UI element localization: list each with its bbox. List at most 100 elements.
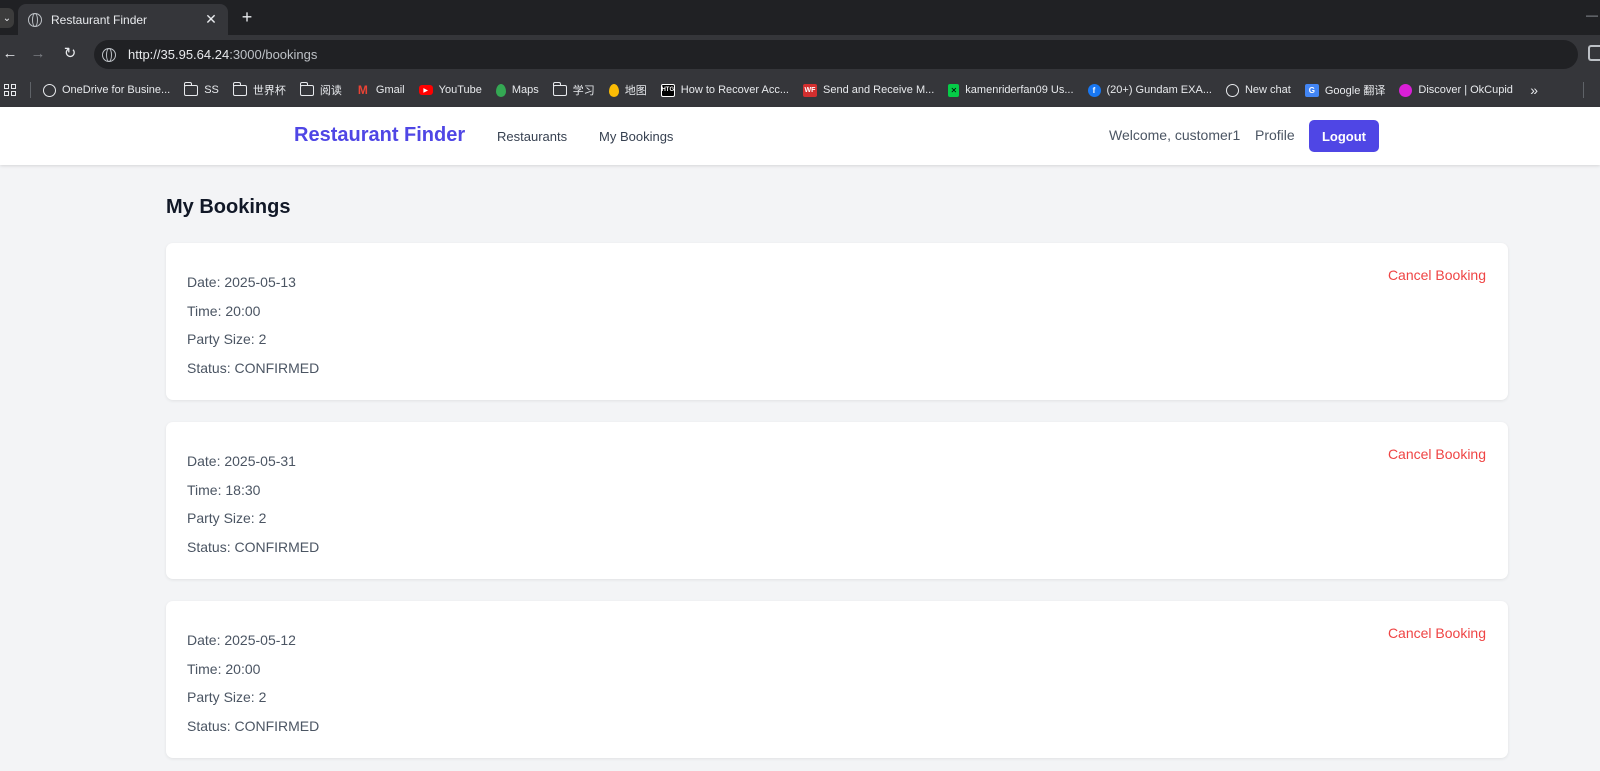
booking-card: Date: 2025-05-31 Time: 18:30 Party Size:… [166, 422, 1508, 579]
welcome-text: Welcome, customer1 [1109, 127, 1241, 143]
site-info-icon[interactable] [102, 47, 116, 62]
bookmarks-bar: OneDrive for Busine... SS 世界杯 阅读 M Gmail… [0, 73, 1600, 107]
bookmark-folder-ss[interactable]: SS [184, 81, 219, 96]
forward-arrow-icon[interactable]: → [28, 44, 48, 64]
bookmark-label: YouTube [438, 84, 482, 96]
bookmark-wf[interactable]: WF Send and Receive M... [803, 83, 935, 97]
url-host: http://35.95.64.24 [128, 47, 230, 62]
bookmark-label: 阅读 [319, 85, 342, 97]
wf-icon: WF [803, 83, 817, 97]
tab-title: Restaurant Finder [51, 12, 148, 27]
htg-icon: HTG [660, 83, 675, 97]
globe-icon [43, 83, 56, 97]
booking-time: Time: 20:00 [187, 302, 261, 319]
bookmark-youtube[interactable]: ▶ YouTube [418, 84, 482, 96]
booking-card: Date: 2025-05-12 Time: 20:00 Party Size:… [166, 601, 1508, 758]
bookmark-folder-study[interactable]: 学习 [552, 81, 595, 98]
browser-tab[interactable]: Restaurant Finder ✕ [18, 4, 228, 35]
booking-party-size: Party Size: 2 [187, 331, 267, 348]
booking-party-size: Party Size: 2 [187, 510, 267, 527]
new-tab-plus-icon[interactable]: + [236, 6, 258, 28]
bookmark-label: 学习 [572, 85, 595, 97]
app-navbar: Restaurant Finder Restaurants My Booking… [0, 107, 1600, 165]
reload-icon[interactable]: ↻ [60, 44, 80, 64]
url-path: :3000/bookings [229, 47, 318, 62]
booking-details: Date: 2025-05-31 Time: 18:30 Party Size:… [187, 453, 319, 567]
booking-status: Status: CONFIRMED [187, 359, 320, 376]
deviantart-icon: ✕ [948, 83, 960, 97]
bookmark-label: Google 翻译 [1324, 85, 1386, 97]
bookmarks-separator [30, 82, 31, 98]
bookmark-folder-reading[interactable]: 阅读 [299, 81, 342, 98]
booking-time: Time: 18:30 [187, 481, 261, 498]
booking-details: Date: 2025-05-12 Time: 20:00 Party Size:… [187, 632, 319, 746]
bookmark-label: SS [204, 84, 219, 96]
bookmark-gmail[interactable]: M Gmail [356, 83, 405, 97]
bookmark-maps[interactable]: Maps [495, 83, 539, 97]
logout-button[interactable]: Logout [1309, 120, 1379, 152]
openai-icon [1225, 83, 1239, 97]
bookmark-okcupid[interactable]: Discover | OkCupid [1399, 83, 1513, 97]
nav-link-my-bookings[interactable]: My Bookings [599, 129, 673, 144]
booking-status: Status: CONFIRMED [187, 538, 320, 555]
folder-icon [552, 81, 567, 96]
folder-icon [232, 81, 247, 96]
nav-link-restaurants[interactable]: Restaurants [497, 129, 567, 144]
folder-icon [299, 81, 314, 96]
bookmark-htg[interactable]: HTG How to Recover Acc... [660, 83, 789, 97]
address-bar[interactable]: http://35.95.64.24:3000/bookings [94, 40, 1578, 69]
brand-logo-link[interactable]: Restaurant Finder [294, 124, 465, 147]
bookmark-deviantart[interactable]: ✕ kamenriderfan09 Us... [948, 83, 1074, 97]
booking-time: Time: 20:00 [187, 660, 261, 677]
booking-details: Date: 2025-05-13 Time: 20:00 Party Size:… [187, 274, 319, 388]
maps-pin-icon [608, 83, 619, 97]
bookmark-new-chat[interactable]: New chat [1225, 83, 1291, 97]
youtube-icon: ▶ [418, 85, 433, 95]
bookmark-label: Gmail [375, 84, 405, 96]
address-url: http://35.95.64.24:3000/bookings [128, 47, 317, 62]
bookmark-label: Send and Receive M... [823, 84, 935, 96]
browser-toolbar: ← → ↻ http://35.95.64.24:3000/bookings [0, 35, 1600, 73]
booking-date: Date: 2025-05-13 [187, 274, 296, 290]
bookmark-label: OneDrive for Busine... [62, 84, 171, 96]
gmail-icon: M [357, 83, 368, 97]
translate-icon: G [1304, 83, 1319, 97]
apps-grid-icon[interactable] [4, 84, 16, 96]
booking-party-size: Party Size: 2 [187, 689, 267, 706]
booking-date: Date: 2025-05-12 [187, 632, 296, 648]
facebook-icon: f [1087, 83, 1101, 97]
bookmark-label: (20+) Gundam EXA... [1106, 84, 1212, 96]
booking-status: Status: CONFIRMED [187, 717, 320, 734]
bookmark-label: How to Recover Acc... [680, 84, 789, 96]
bookmark-maps-cn[interactable]: 地图 [608, 82, 647, 98]
profile-link[interactable]: Profile [1255, 127, 1295, 143]
tab-close-icon[interactable]: ✕ [204, 11, 218, 28]
bookmark-label: 世界杯 [252, 85, 286, 97]
bookmark-facebook[interactable]: f (20+) Gundam EXA... [1087, 83, 1212, 97]
booking-card: Date: 2025-05-13 Time: 20:00 Party Size:… [166, 243, 1508, 400]
bookmark-folder-worldcup[interactable]: 世界杯 [232, 81, 286, 98]
maps-pin-icon [495, 83, 506, 97]
browser-tab-bar: ⌄ Restaurant Finder ✕ + — [0, 0, 1600, 35]
cancel-booking-button[interactable]: Cancel Booking [1388, 267, 1486, 283]
bookmark-label: kamenriderfan09 Us... [965, 84, 1074, 96]
bookmark-label: 地图 [624, 85, 647, 97]
folder-icon [184, 81, 199, 96]
okcupid-icon [1399, 83, 1413, 97]
booking-date: Date: 2025-05-31 [187, 453, 296, 469]
back-arrow-icon[interactable]: ← [0, 44, 20, 64]
more-bookmarks-chevron-icon[interactable]: » [1530, 82, 1538, 98]
bookmark-label: Maps [511, 84, 539, 96]
cancel-booking-button[interactable]: Cancel Booking [1388, 625, 1486, 641]
bookmark-label: New chat [1244, 84, 1291, 96]
page-title: My Bookings [166, 196, 291, 218]
bookmark-label: Discover | OkCupid [1418, 84, 1513, 96]
bookmark-onedrive[interactable]: OneDrive for Busine... [43, 83, 171, 97]
bookmarks-separator [1583, 82, 1584, 98]
tab-search-chevron-icon[interactable]: ⌄ [0, 8, 14, 28]
tab-favicon-globe-icon [28, 12, 42, 27]
cancel-booking-button[interactable]: Cancel Booking [1388, 446, 1486, 462]
extensions-puzzle-icon[interactable] [1588, 45, 1600, 61]
bookmark-google-translate[interactable]: G Google 翻译 [1304, 82, 1386, 98]
window-minimize-icon[interactable]: — [1586, 8, 1598, 22]
